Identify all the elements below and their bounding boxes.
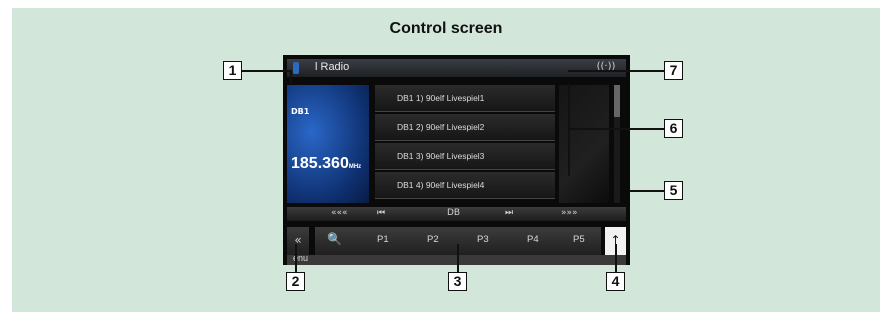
control-bar: ««« ⏮ DB ⏭ »»»	[287, 207, 626, 221]
source-label: l Radio	[315, 61, 350, 73]
list-scrollbar[interactable]	[614, 85, 620, 203]
callout-line	[630, 190, 664, 192]
source-icon	[293, 62, 299, 74]
next-icon[interactable]: ⏭	[505, 208, 513, 218]
preset-list: DB1 1) 90elf Livespiel1 DB1 2) 90elf Liv…	[375, 85, 555, 203]
search-icon[interactable]: 🔍	[327, 232, 342, 246]
list-side-panel	[559, 85, 609, 203]
callout-line	[290, 70, 292, 84]
frequency-display: 185.360MHz	[291, 155, 362, 172]
callout-6: 6	[664, 119, 683, 138]
callout-5: 5	[664, 181, 683, 200]
callout-3: 3	[448, 272, 467, 291]
previous-icon[interactable]: ⏮	[377, 208, 385, 218]
callout-line	[615, 244, 617, 272]
preset-button-p2[interactable]: P2	[427, 234, 439, 245]
preset-button-p5[interactable]: P5	[573, 234, 585, 245]
figure-title: Control screen	[389, 20, 503, 37]
fast-forward-button[interactable]: »»»	[561, 208, 578, 218]
preset-list-item[interactable]: DB1 3) 90elf Livespiel3	[375, 143, 555, 170]
callout-7: 7	[664, 61, 683, 80]
band-label: DB1	[291, 107, 310, 116]
preset-list-item[interactable]: DB1 4) 90elf Livespiel4	[375, 172, 555, 199]
callout-line	[457, 244, 459, 272]
antenna-icon: ((·))	[596, 61, 616, 72]
source-bar[interactable]: l Radio ((·))	[287, 59, 626, 77]
band-button[interactable]: DB	[447, 208, 460, 218]
callout-line	[568, 84, 570, 176]
scroll-thumb[interactable]	[614, 85, 620, 117]
control-screen: l Radio ((·)) DB1 185.360MHz DB1 1) 90el…	[283, 55, 630, 265]
callout-line	[242, 70, 290, 72]
callout-2: 2	[286, 272, 305, 291]
preset-button-p3[interactable]: P3	[477, 234, 489, 245]
callout-line	[568, 128, 664, 130]
preset-button-p4[interactable]: P4	[527, 234, 539, 245]
fast-rewind-button[interactable]: «««	[331, 208, 348, 218]
callout-4: 4	[606, 272, 625, 291]
preset-list-item[interactable]: DB1 1) 90elf Livespiel1	[375, 85, 555, 112]
callout-1: 1	[223, 61, 242, 80]
collapse-left-button[interactable]: «	[287, 227, 309, 255]
preset-list-item[interactable]: DB1 2) 90elf Livespiel2	[375, 114, 555, 141]
callout-line	[295, 244, 297, 272]
preset-button-p1[interactable]: P1	[377, 234, 389, 245]
station-artwork: DB1 185.360MHz	[287, 85, 369, 203]
callout-line	[568, 70, 664, 72]
